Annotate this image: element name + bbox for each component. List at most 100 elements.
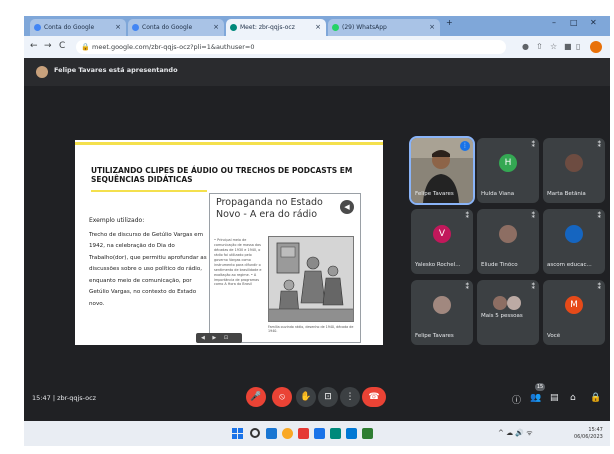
participant-tile-felipe-tavares[interactable]: ⁑ Felipe Tavares — [411, 280, 473, 345]
slide-navigation-controls[interactable]: ◀ ▶ ⊡ ⋯ — [196, 333, 242, 343]
search-icon[interactable] — [250, 428, 260, 438]
windows-start-icon[interactable] — [232, 428, 243, 439]
browser-tab-whatsapp[interactable]: (29) WhatsApp × — [328, 19, 440, 36]
muted-icon: ⁑ — [597, 283, 602, 291]
participant-tile-yalesko[interactable]: V ⁑ Yalesko Rochel... — [411, 209, 473, 274]
browser-tab-1[interactable]: Conta do Google × — [30, 19, 126, 36]
task-view-icon[interactable] — [266, 428, 277, 439]
meeting-info: 15:47 | zbr-qqjs-ocz — [32, 394, 96, 402]
clock-date: 06/06/2023 — [574, 433, 603, 440]
presenter-avatar — [36, 66, 48, 78]
slide-accent-line — [75, 142, 383, 145]
presentation-slide[interactable]: UTILIZANDO CLIPES DE ÁUDIO OU TRECHOS DE… — [75, 140, 383, 345]
participant-tile-eliude-tinoco[interactable]: ⁑ Eliude Tinôco — [477, 209, 539, 274]
chat-button[interactable]: ▤ — [550, 393, 559, 403]
address-bar: ← → C 🔒 meet.google.com/zbr-qqjs-ocz?pli… — [24, 36, 610, 58]
system-tray[interactable]: ^ ☁ 🔊 ᯤ — [498, 429, 533, 438]
raise-hand-button[interactable]: ✋ — [296, 387, 316, 407]
sidebar-icon[interactable]: ▯ — [576, 42, 580, 51]
whatsapp-icon — [332, 24, 339, 31]
participant-tile-felipe-tavares-video[interactable]: ⋮ Felipe Tavares — [409, 136, 475, 205]
participant-tile-self[interactable]: M ⁑ Você — [543, 280, 605, 345]
tab-bar: Conta do Google × Conta do Google × Meet… — [24, 16, 610, 36]
browser-tab-2[interactable]: Conta do Google × — [128, 19, 224, 36]
avatar — [565, 154, 583, 172]
camera-toggle-button[interactable]: ⦸ — [272, 387, 292, 407]
mic-toggle-button[interactable]: 🎤 — [246, 387, 266, 407]
url-field[interactable]: 🔒 meet.google.com/zbr-qqjs-ocz?pli=1&aut… — [76, 40, 506, 54]
participant-name: Eliude Tinôco — [481, 262, 518, 268]
participant-tile-ascom[interactable]: ⁑ ascom educac... — [543, 209, 605, 274]
example-label: Exemplo utilizado: — [89, 217, 145, 224]
chrome-icon[interactable] — [282, 428, 293, 439]
tab-label: Meet: zbr-qqjs-ocz — [240, 24, 295, 31]
participant-name: Mais 5 pessoas — [481, 313, 523, 319]
app-icon[interactable] — [298, 428, 309, 439]
avatar — [499, 225, 517, 243]
presenter-bar: Felipe Tavares está apresentando — [24, 58, 610, 86]
new-tab-button[interactable]: + — [446, 18, 453, 27]
muted-icon: ⁑ — [465, 212, 470, 220]
taskbar-clock[interactable]: 15:47 06/06/2023 — [574, 427, 603, 440]
back-button[interactable]: ← — [30, 41, 38, 51]
close-window-button[interactable]: ✕ — [590, 18, 597, 27]
muted-icon: ⁑ — [531, 283, 536, 291]
participant-tile-more-people[interactable]: ⁑ Mais 5 pessoas — [477, 280, 539, 345]
forward-button[interactable]: → — [44, 41, 52, 51]
avatar — [565, 225, 583, 243]
participant-tile-marta-betania[interactable]: ⁑ Marta Betânia — [543, 138, 605, 203]
meeting-details-button[interactable]: ⓘ — [512, 393, 521, 406]
tab-label: Conta do Google — [142, 24, 193, 31]
muted-icon: ⁑ — [531, 212, 536, 220]
bookmark-icon[interactable]: ☆ — [550, 42, 557, 51]
close-icon[interactable]: × — [315, 19, 321, 36]
lock-icon: 🔒 — [81, 43, 90, 51]
extensions-icon[interactable]: ■ — [564, 42, 572, 51]
participant-name: ascom educac... — [547, 262, 592, 268]
participant-name: Marta Betânia — [547, 191, 586, 197]
minimize-button[interactable]: – — [552, 18, 556, 27]
close-icon[interactable]: × — [429, 19, 435, 36]
embedded-slide-title: Propaganda no Estado Novo - A era do rád… — [216, 197, 323, 221]
share-icon[interactable]: ⇧ — [536, 42, 543, 51]
audio-icon[interactable]: ◀ — [340, 200, 354, 214]
meeting-code: zbr-qqjs-ocz — [57, 394, 97, 402]
present-button[interactable]: ⊡ — [318, 387, 338, 407]
participant-name: Felipe Tavares — [415, 333, 454, 339]
muted-icon: ⁑ — [465, 283, 470, 291]
embedded-slide-bullets: • Principal meio de comunicação de massa… — [214, 238, 262, 287]
muted-icon: ⁑ — [531, 141, 536, 149]
taskbar: ^ ☁ 🔊 ᯤ 15:47 06/06/2023 — [24, 421, 610, 446]
edge-icon[interactable] — [314, 428, 325, 439]
reload-button[interactable]: C — [59, 41, 65, 51]
embedded-slide-caption: Família ouvindo rádio, desenho de 1940, … — [268, 325, 354, 333]
people-button[interactable]: 👥 — [530, 393, 541, 403]
url-text: meet.google.com/zbr-qqjs-ocz?pli=1&authu… — [92, 43, 255, 51]
muted-icon: ⁑ — [597, 141, 602, 149]
speaking-indicator-icon: ⋮ — [460, 141, 470, 151]
slide-divider — [91, 190, 207, 192]
avatar: V — [433, 225, 451, 243]
tab-label: Conta do Google — [44, 24, 95, 31]
embedded-slide: Propaganda no Estado Novo - A era do rád… — [209, 193, 361, 343]
more-options-button[interactable]: ⋮ — [340, 387, 360, 407]
participant-name: Yalesko Rochel... — [415, 262, 461, 268]
activities-button[interactable]: ⌂ — [570, 393, 576, 403]
muted-icon: ⁑ — [597, 212, 602, 220]
host-controls-button[interactable]: 🔒 — [590, 393, 601, 403]
close-icon[interactable]: × — [115, 19, 121, 36]
browser-tab-meet[interactable]: Meet: zbr-qqjs-ocz × — [226, 19, 326, 36]
participant-tile-hulda-viana[interactable]: H ⁑ Hulda Viana — [477, 138, 539, 203]
profile-avatar[interactable] — [590, 41, 602, 53]
maximize-button[interactable]: □ — [570, 18, 578, 27]
camera-permission-icon[interactable]: ● — [522, 42, 529, 51]
close-icon[interactable]: × — [213, 19, 219, 36]
leave-call-button[interactable]: ☎ — [362, 387, 386, 407]
participant-name: Hulda Viana — [481, 191, 515, 197]
avatar — [493, 296, 507, 310]
whatsapp-icon[interactable] — [362, 428, 373, 439]
google-icon — [34, 24, 41, 31]
store-icon[interactable] — [330, 428, 341, 439]
mail-icon[interactable] — [346, 428, 357, 439]
tab-label: (29) WhatsApp — [342, 24, 387, 31]
